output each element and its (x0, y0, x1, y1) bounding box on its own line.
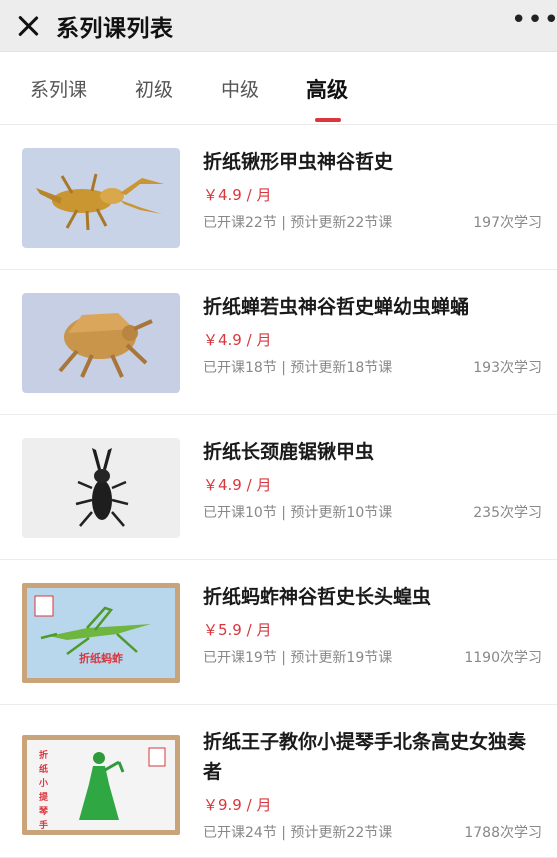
course-title: 折纸蝉若虫神谷哲史蝉幼虫蝉蛹 (203, 296, 470, 318)
course-item[interactable]: 折纸蚂蚱 折纸蚂蚱神谷哲史长头蝗虫 ￥5.9 / 月 已开课19节 | 预计更新… (0, 560, 557, 705)
course-learners: 235次学习 (473, 505, 542, 521)
svg-text:提: 提 (39, 791, 49, 803)
course-price: ￥4.9 / 月 (203, 186, 272, 204)
svg-text:小: 小 (38, 777, 48, 789)
course-price: ￥5.9 / 月 (203, 621, 272, 639)
svg-text:手: 手 (39, 819, 48, 830)
stag-beetle-image (22, 148, 180, 248)
course-thumbnail: 折 纸 小 提 琴 手 (22, 735, 180, 835)
course-thumbnail (22, 438, 180, 538)
course-lessons: 已开课24节 | 预计更新22节课 (203, 825, 393, 841)
course-title: 折纸王子教你小提琴手北条高史女独奏者 (203, 731, 527, 783)
svg-text:纸: 纸 (39, 763, 48, 775)
course-lessons: 已开课10节 | 预计更新10节课 (203, 505, 393, 521)
black-beetle-image (22, 438, 180, 538)
grasshopper-image: 折纸蚂蚱 (27, 588, 175, 678)
active-tab-indicator (315, 118, 341, 122)
course-price: ￥4.9 / 月 (203, 476, 272, 494)
tab-advanced[interactable]: 高级 (306, 74, 348, 104)
course-learners: 193次学习 (473, 360, 542, 376)
violinist-image: 折 纸 小 提 琴 手 (27, 740, 175, 830)
course-price: ￥9.9 / 月 (203, 796, 272, 814)
tab-series[interactable]: 系列课 (30, 75, 87, 102)
page-title: 系列课列表 (56, 16, 174, 42)
course-item[interactable]: 折纸锹形甲虫神谷哲史 ￥4.9 / 月 已开课22节 | 预计更新22节课 19… (0, 125, 557, 270)
tab-beginner[interactable]: 初级 (135, 75, 173, 102)
course-title: 折纸锹形甲虫神谷哲史 (203, 151, 394, 173)
course-lessons: 已开课18节 | 预计更新18节课 (203, 360, 393, 376)
more-icon[interactable]: ••• (511, 7, 557, 38)
course-title: 折纸蚂蚱神谷哲史长头蝗虫 (203, 586, 432, 608)
thumb-caption: 折纸蚂蚱 (79, 651, 123, 665)
svg-text:折: 折 (39, 749, 48, 761)
course-title: 折纸长颈鹿锯锹甲虫 (203, 441, 375, 463)
tab-intermediate[interactable]: 中级 (221, 75, 259, 102)
course-learners: 1190次学习 (464, 650, 542, 666)
course-item[interactable]: 折纸长颈鹿锯锹甲虫 ￥4.9 / 月 已开课10节 | 预计更新10节课 235… (0, 415, 557, 560)
top-bar: 系列课列表 ••• (0, 0, 557, 52)
cicada-nymph-image (22, 293, 180, 393)
course-lessons: 已开课22节 | 预计更新22节课 (203, 215, 393, 231)
course-learners: 197次学习 (473, 215, 542, 231)
course-price: ￥4.9 / 月 (203, 331, 272, 349)
level-tabs: 系列课 初级 中级 高级 (0, 53, 557, 125)
svg-text:琴: 琴 (38, 805, 49, 817)
course-thumbnail (22, 293, 180, 393)
course-item[interactable]: 折 纸 小 提 琴 手 折纸王子教你小提琴手北条高史女独奏者 ￥9.9 / 月 … (0, 705, 557, 858)
close-icon[interactable] (14, 12, 42, 40)
course-thumbnail (22, 148, 180, 248)
course-item[interactable]: 折纸蝉若虫神谷哲史蝉幼虫蝉蛹 ￥4.9 / 月 已开课18节 | 预计更新18节… (0, 270, 557, 415)
course-lessons: 已开课19节 | 预计更新19节课 (203, 650, 393, 666)
course-thumbnail: 折纸蚂蚱 (22, 583, 180, 683)
course-learners: 1788次学习 (464, 825, 542, 841)
